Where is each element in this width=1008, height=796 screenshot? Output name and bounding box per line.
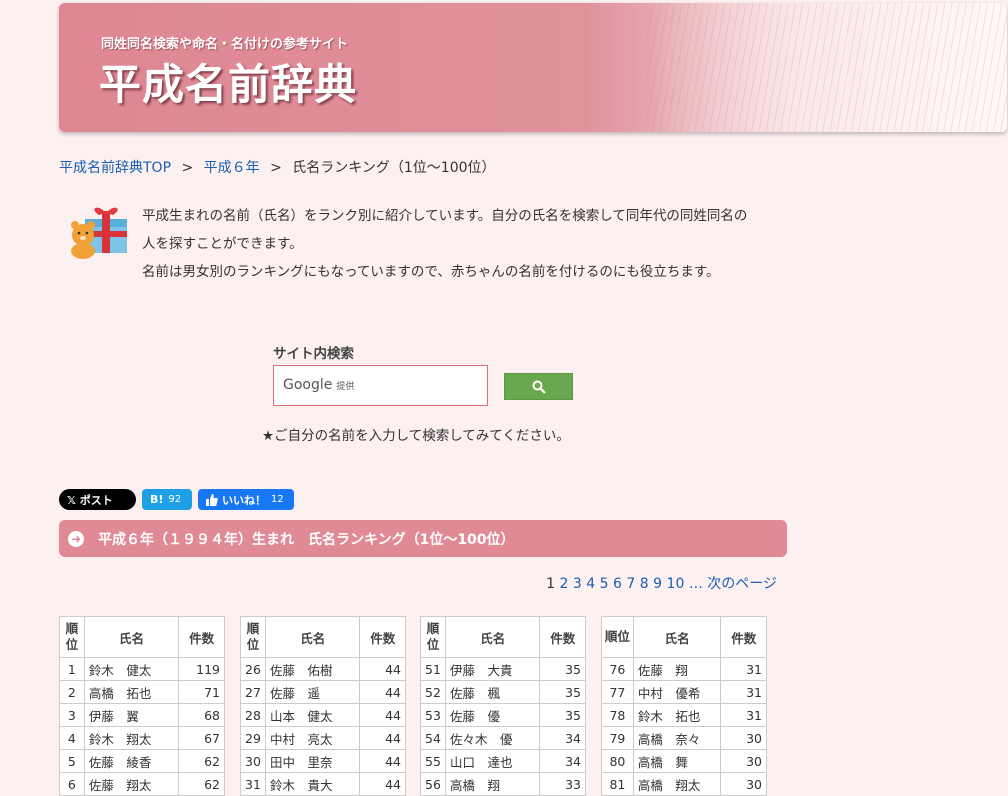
breadcrumb-separator: > — [181, 160, 194, 176]
table-row: 5 佐藤 綾香 62 — [59, 749, 225, 773]
table-row: 29 中村 亮太 44 — [240, 726, 406, 750]
intro-line: 名前は男女別のランキングにもなっていますので、赤ちゃんの名前を付けるのにも役立ち… — [142, 264, 720, 280]
name-header: 氏名 — [264, 616, 361, 658]
table-row: 4 鈴木 翔太 67 — [59, 726, 225, 750]
rank-header: 順位 — [240, 616, 266, 658]
page-link[interactable]: 6 — [613, 576, 622, 592]
arrow-right-icon: ➜ — [68, 530, 84, 547]
google-brand-text: Google 提供 — [283, 377, 355, 393]
table-row: 56 高橋 翔 33 — [420, 772, 586, 796]
count-header: 件数 — [359, 616, 406, 658]
table-row: 52 佐藤 楓 35 — [420, 680, 586, 704]
next-page-link[interactable]: 次のページ — [707, 576, 777, 592]
social-buttons: 𝕏 ポスト B! 92 いいね！ 12 — [59, 489, 294, 510]
name-header: 氏名 — [444, 616, 541, 658]
ranking-table: 順位 氏名 件数 76 佐藤 翔 31 77 中村 優希 31 78 鈴木 拓也 31 79… — [601, 616, 767, 796]
table-row: 80 高橋 舞 30 — [601, 749, 767, 773]
page-link[interactable]: 10 — [667, 576, 685, 592]
table-row: 27 佐藤 遥 44 — [240, 680, 406, 704]
rank-header: 順位 — [59, 616, 85, 658]
page-link[interactable]: 3 — [573, 576, 582, 592]
thumbs-up-icon — [206, 493, 218, 506]
page-current: 1 — [546, 576, 556, 592]
ranking-section-header: ➜ 平成６年（１９９４年）生まれ 氏名ランキング（1位〜100位） — [59, 520, 787, 557]
intro-line: 人を探すことができます。 — [142, 236, 303, 252]
table-row: 55 山口 達也 34 — [420, 749, 586, 773]
breadcrumb-home-link[interactable]: 平成名前辞典TOP — [59, 160, 171, 176]
ranking-table: 順位 氏名 件数 51 伊藤 大貴 35 52 佐藤 楓 35 53 佐藤 優 35 54 佐… — [420, 616, 586, 796]
site-search-label: サイト内検索 — [273, 346, 354, 362]
count-header: 件数 — [720, 616, 767, 658]
site-subtitle: 同姓同名検索や命名・名付けの参考サイト — [101, 37, 349, 52]
table-row: 3 伊藤 翼 68 — [59, 703, 225, 727]
table-row: 2 高橋 拓也 71 — [59, 680, 225, 704]
ranking-table: 順位 氏名 件数 1 鈴木 健太 119 2 高橋 拓也 71 3 伊藤 翼 68 4 鈴木 … — [59, 616, 225, 796]
table-row: 1 鈴木 健太 119 — [59, 657, 225, 681]
intro-text: 平成生まれの名前（氏名）をランク別に紹介しています。自分の氏名を検索して同年代の… — [142, 202, 802, 286]
breadcrumb-separator: > — [270, 160, 282, 176]
search-button[interactable] — [504, 373, 573, 400]
table-row: 77 中村 優希 31 — [601, 680, 767, 704]
dictionary-page-image — [647, 3, 1007, 132]
site-title: 平成名前辞典 — [99, 60, 358, 109]
gift-bear-icon — [71, 207, 127, 259]
table-row: 53 佐藤 優 35 — [420, 703, 586, 727]
facebook-like-button[interactable]: いいね！ 12 — [198, 489, 294, 510]
page-ellipsis: … — [688, 576, 703, 592]
ranking-table: 順位 氏名 件数 26 佐藤 佑樹 44 27 佐藤 遥 44 28 山本 健太 44 29… — [240, 616, 406, 796]
pagination: 1 2 3 4 5 6 7 8 9 10 … 次のページ — [537, 573, 777, 593]
page-link[interactable]: 8 — [640, 576, 649, 592]
facebook-like-count: 12 — [271, 494, 284, 505]
table-row: 31 鈴木 貴大 44 — [240, 772, 406, 796]
table-row: 54 佐々木 優 34 — [420, 726, 586, 750]
page-link[interactable]: 2 — [560, 576, 569, 592]
site-search-input[interactable]: Google 提供 — [273, 365, 488, 406]
table-row: 6 佐藤 翔太 62 — [59, 772, 225, 796]
intro-line: 平成生まれの名前（氏名）をランク別に紹介しています。自分の氏名を検索して同年代の… — [142, 208, 748, 224]
site-header-banner[interactable]: 同姓同名検索や命名・名付けの参考サイト 平成名前辞典 — [59, 3, 1007, 132]
search-icon — [532, 380, 546, 394]
breadcrumb-current: 氏名ランキング（1位〜100位） — [292, 160, 496, 176]
table-row: 28 山本 健太 44 — [240, 703, 406, 727]
name-header: 氏名 — [83, 616, 180, 658]
count-header: 件数 — [178, 616, 225, 658]
ranking-section-title: 平成６年（１９９４年）生まれ 氏名ランキング（1位〜100位） — [98, 531, 515, 548]
rank-header: 順位 — [601, 616, 634, 658]
page-link[interactable]: 5 — [600, 576, 609, 592]
breadcrumb: 平成名前辞典TOP > 平成６年 > 氏名ランキング（1位〜100位） — [59, 157, 496, 177]
x-post-button[interactable]: 𝕏 ポスト — [59, 489, 136, 510]
count-header: 件数 — [539, 616, 586, 658]
table-row: 76 佐藤 翔 31 — [601, 657, 767, 681]
search-hint: ★ご自分の名前を入力して検索してみてください。 — [262, 428, 570, 444]
table-row: 78 鈴木 拓也 31 — [601, 703, 767, 727]
page-link[interactable]: 9 — [653, 576, 662, 592]
table-row: 26 佐藤 佑樹 44 — [240, 657, 406, 681]
hatena-bookmark-button[interactable]: B! 92 — [142, 489, 192, 510]
table-row: 30 田中 里奈 44 — [240, 749, 406, 773]
rank-header: 順位 — [420, 616, 446, 658]
breadcrumb-year-link[interactable]: 平成６年 — [204, 160, 260, 176]
hatena-count: 92 — [168, 494, 182, 505]
table-row: 51 伊藤 大貴 35 — [420, 657, 586, 681]
page-link[interactable]: 7 — [626, 576, 635, 592]
table-row: 81 高橋 翔太 30 — [601, 772, 767, 796]
name-header: 氏名 — [632, 616, 722, 658]
table-row: 79 高橋 奈々 30 — [601, 726, 767, 750]
page-link[interactable]: 4 — [586, 576, 595, 592]
